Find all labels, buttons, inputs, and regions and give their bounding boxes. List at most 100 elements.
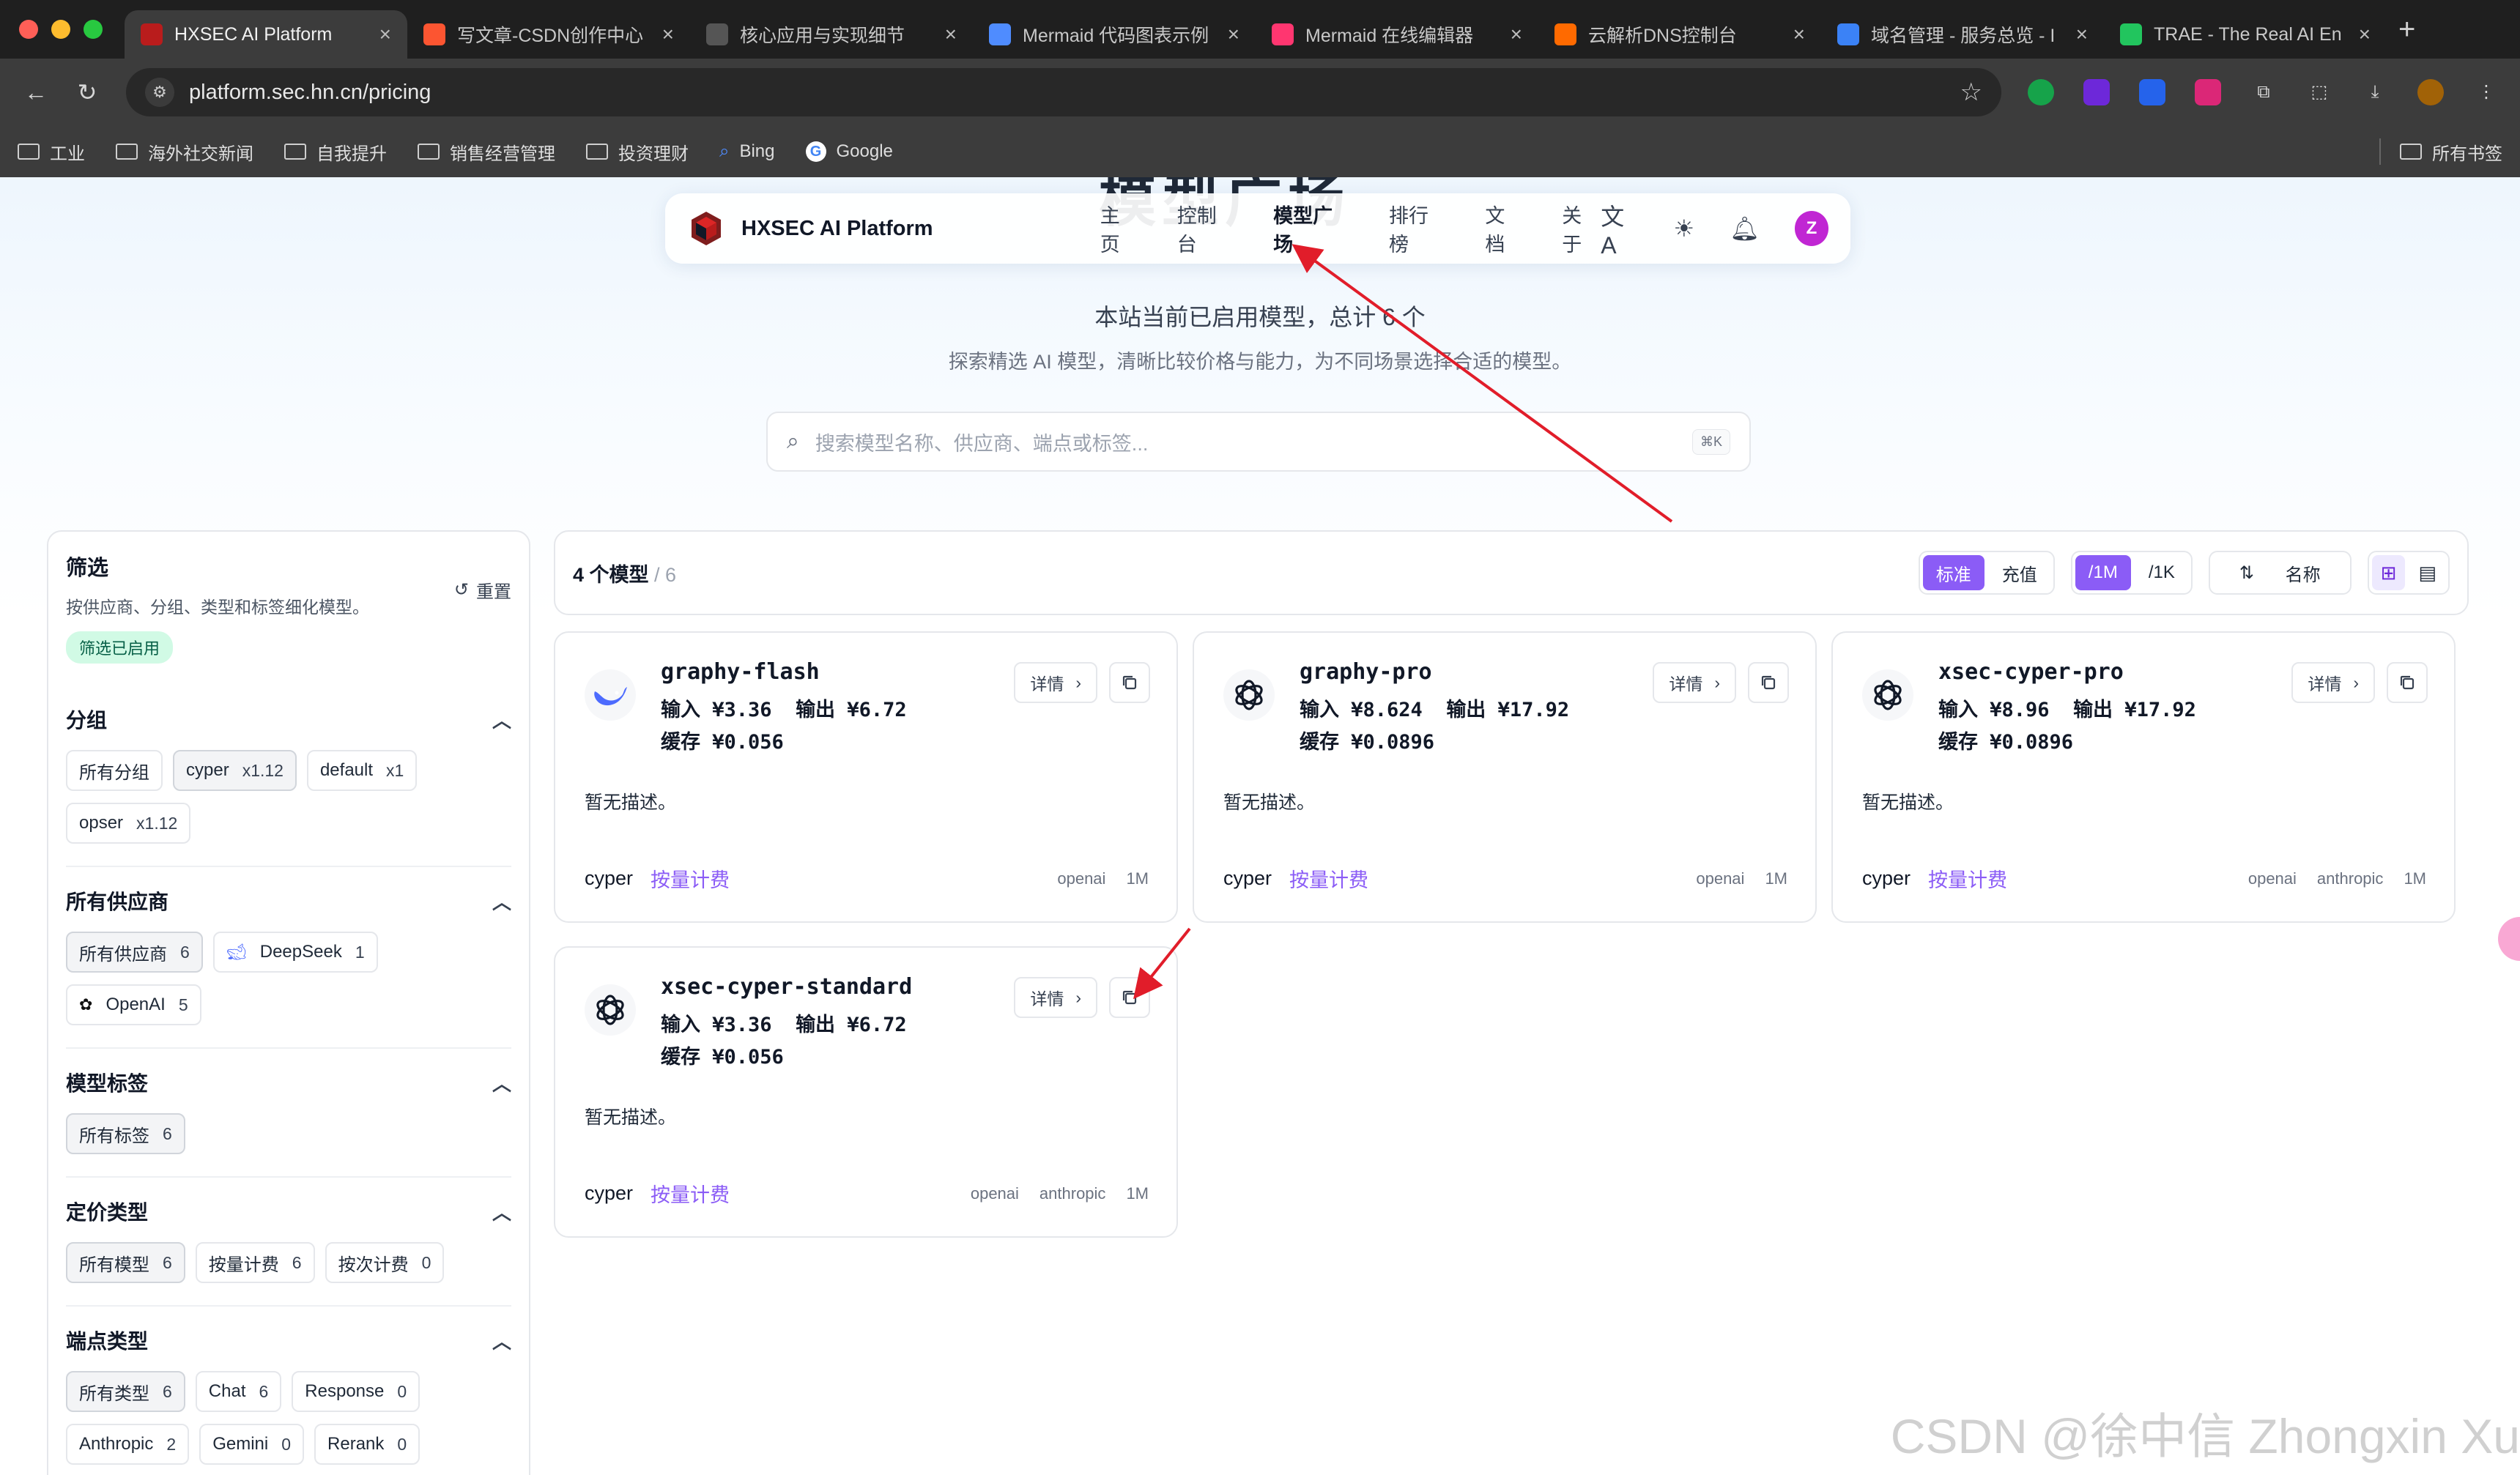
- filter-chip[interactable]: ✿ OpenAI 5: [66, 984, 201, 1025]
- browser-tab[interactable]: Mermaid 代码图表示例 ×: [973, 10, 1256, 59]
- filter-chip[interactable]: 按次计费 0: [325, 1242, 445, 1283]
- model-name[interactable]: graphy-flash: [661, 659, 820, 685]
- model-name[interactable]: xsec-cyper-standard: [661, 974, 912, 1000]
- filter-chip[interactable]: Response 0: [292, 1371, 420, 1412]
- bookmark-item[interactable]: 自我提升: [284, 139, 387, 165]
- profile-avatar[interactable]: [2417, 79, 2444, 105]
- filter-chip[interactable]: 所有分组: [66, 750, 163, 791]
- floating-side-widget[interactable]: [2498, 917, 2520, 961]
- tab-close-icon[interactable]: ×: [1228, 23, 1239, 46]
- filter-chip[interactable]: 所有供应商 6: [66, 932, 203, 973]
- filter-chip[interactable]: Chat 6: [195, 1371, 282, 1412]
- chevron-up-icon[interactable]: ︿: [492, 706, 511, 733]
- chevron-up-icon[interactable]: ︿: [492, 1327, 511, 1354]
- theme-sun-icon[interactable]: ☀: [1674, 215, 1695, 242]
- model-card[interactable]: xsec-cyper-pro 输入 ¥8.96 输出 ¥17.92 缓存 ¥0.08…: [1831, 631, 2456, 923]
- details-button[interactable]: 详情 ›: [1653, 662, 1736, 703]
- filter-chip[interactable]: 所有模型 6: [66, 1242, 185, 1283]
- copy-button[interactable]: [1109, 977, 1150, 1018]
- filter-chip[interactable]: 🐋︎ DeepSeek 1: [212, 932, 378, 973]
- filter-chip[interactable]: default x1: [306, 750, 418, 791]
- maximize-window-button[interactable]: [84, 20, 103, 39]
- tab-close-icon[interactable]: ×: [2359, 23, 2371, 46]
- tab-close-icon[interactable]: ×: [379, 23, 391, 46]
- translate-extension-icon[interactable]: [2195, 79, 2221, 105]
- model-name[interactable]: xsec-cyper-pro: [1938, 659, 2124, 685]
- copy-button[interactable]: [1748, 662, 1789, 703]
- sort-button[interactable]: ⇅ 名称: [2208, 551, 2352, 595]
- nav-link[interactable]: 文档: [1485, 200, 1524, 257]
- filter-chip[interactable]: 所有标签 6: [66, 1113, 185, 1154]
- tab-close-icon[interactable]: ×: [2076, 23, 2088, 46]
- grid-view-icon[interactable]: ⊞: [2371, 555, 2406, 590]
- site-settings-icon[interactable]: ⚙: [145, 78, 174, 107]
- tab-close-icon[interactable]: ×: [945, 23, 957, 46]
- tab-close-icon[interactable]: ×: [1511, 23, 1522, 46]
- browser-menu-icon[interactable]: ⋮: [2473, 79, 2499, 105]
- chevron-up-icon[interactable]: ︿: [492, 1198, 511, 1225]
- browser-tab[interactable]: TRAE - The Real AI En ×: [2104, 10, 2387, 59]
- bookmark-item[interactable]: G Google: [805, 139, 893, 165]
- price-unit-option[interactable]: /1K: [2135, 555, 2188, 590]
- copy-button[interactable]: [2387, 662, 2428, 703]
- details-button[interactable]: 详情 ›: [2291, 662, 2375, 703]
- filter-chip[interactable]: cyper x1.12: [173, 750, 297, 791]
- filter-chip[interactable]: 按量计费 6: [195, 1242, 315, 1283]
- nav-link[interactable]: 主页: [1100, 200, 1139, 257]
- bookmark-item[interactable]: 投资理财: [586, 139, 689, 165]
- back-icon[interactable]: ←: [10, 79, 62, 106]
- notification-bell-icon[interactable]: 🔔︎: [1730, 215, 1760, 242]
- filter-group-header[interactable]: 所有供应商 ︿: [66, 886, 511, 915]
- model-search-input[interactable]: ⌕ 搜索模型名称、供应商、端点或标签... ⌘K: [766, 412, 1751, 472]
- filter-group-header[interactable]: 分组 ︿: [66, 705, 511, 734]
- extensions-menu-icon[interactable]: ⬚: [2306, 79, 2332, 105]
- filter-group-header[interactable]: 定价类型 ︿: [66, 1197, 511, 1226]
- reset-filters-button[interactable]: ↺ 重置: [454, 561, 511, 618]
- map-pin-extension-icon[interactable]: [2139, 79, 2165, 105]
- omnibox[interactable]: ⚙ platform.sec.hn.cn/pricing ☆: [126, 68, 2001, 116]
- table-view-icon[interactable]: ▤: [2409, 555, 2445, 590]
- price-mode-option[interactable]: 充值: [1989, 555, 2050, 590]
- filter-chip[interactable]: Anthropic 2: [66, 1424, 190, 1465]
- language-icon[interactable]: 文A: [1601, 198, 1638, 259]
- chevron-up-icon[interactable]: ︿: [492, 888, 511, 915]
- nav-link[interactable]: 排行榜: [1389, 200, 1447, 257]
- bookmark-item[interactable]: 销售经营管理: [418, 139, 555, 165]
- model-card[interactable]: xsec-cyper-standard 输入 ¥3.36 输出 ¥6.72 缓存 ¥…: [554, 946, 1178, 1238]
- puzzle-extension-icon[interactable]: ⧉: [2250, 79, 2277, 105]
- chevron-up-icon[interactable]: ︿: [492, 1069, 511, 1096]
- browser-tab[interactable]: HXSEC AI Platform ×: [125, 10, 407, 59]
- user-avatar[interactable]: Z: [1794, 211, 1828, 246]
- bookmark-item[interactable]: 工业: [18, 139, 85, 165]
- browser-tab[interactable]: 核心应用与实现细节 ×: [690, 10, 973, 59]
- minimize-window-button[interactable]: [51, 20, 70, 39]
- price-unit-option[interactable]: /1M: [2075, 555, 2131, 590]
- browser-tab[interactable]: Mermaid 在线编辑器 ×: [1256, 10, 1538, 59]
- nav-link[interactable]: 控制台: [1177, 200, 1235, 257]
- browser-tab[interactable]: 域名管理 - 服务总览 - I ×: [1821, 10, 2104, 59]
- bookmark-item[interactable]: ⌕ Bing: [719, 139, 775, 165]
- shield-extension-icon[interactable]: [2028, 79, 2054, 105]
- tab-close-icon[interactable]: ×: [662, 23, 674, 46]
- download-icon[interactable]: ⤓: [2362, 79, 2388, 105]
- close-window-button[interactable]: [19, 20, 38, 39]
- bookmark-item[interactable]: 海外社交新闻: [116, 139, 253, 165]
- tab-close-icon[interactable]: ×: [1793, 23, 1805, 46]
- details-button[interactable]: 详情 ›: [1014, 662, 1097, 703]
- filter-chip[interactable]: 所有类型 6: [66, 1371, 185, 1412]
- browser-tab[interactable]: 写文章-CSDN创作中心 ×: [407, 10, 690, 59]
- filter-chip[interactable]: opser x1.12: [66, 803, 191, 844]
- reload-icon[interactable]: ↻: [62, 78, 113, 106]
- bookmark-star-icon[interactable]: ☆: [1960, 78, 1982, 107]
- details-button[interactable]: 详情 ›: [1014, 977, 1097, 1018]
- all-bookmarks-button[interactable]: 所有书签: [2400, 139, 2502, 165]
- filter-chip[interactable]: Gemini 0: [199, 1424, 305, 1465]
- extension-badge-icon[interactable]: [2083, 79, 2110, 105]
- new-tab-button[interactable]: +: [2398, 13, 2415, 46]
- browser-tab[interactable]: 云解析DNS控制台 ×: [1538, 10, 1821, 59]
- filter-group-header[interactable]: 模型标签 ︿: [66, 1068, 511, 1097]
- nav-link[interactable]: 关于: [1562, 200, 1601, 257]
- filter-chip[interactable]: Rerank 0: [314, 1424, 420, 1465]
- nav-link[interactable]: 模型广场: [1273, 200, 1351, 257]
- model-card[interactable]: graphy-pro 输入 ¥8.624 输出 ¥17.92 缓存 ¥0.0896 详…: [1193, 631, 1817, 923]
